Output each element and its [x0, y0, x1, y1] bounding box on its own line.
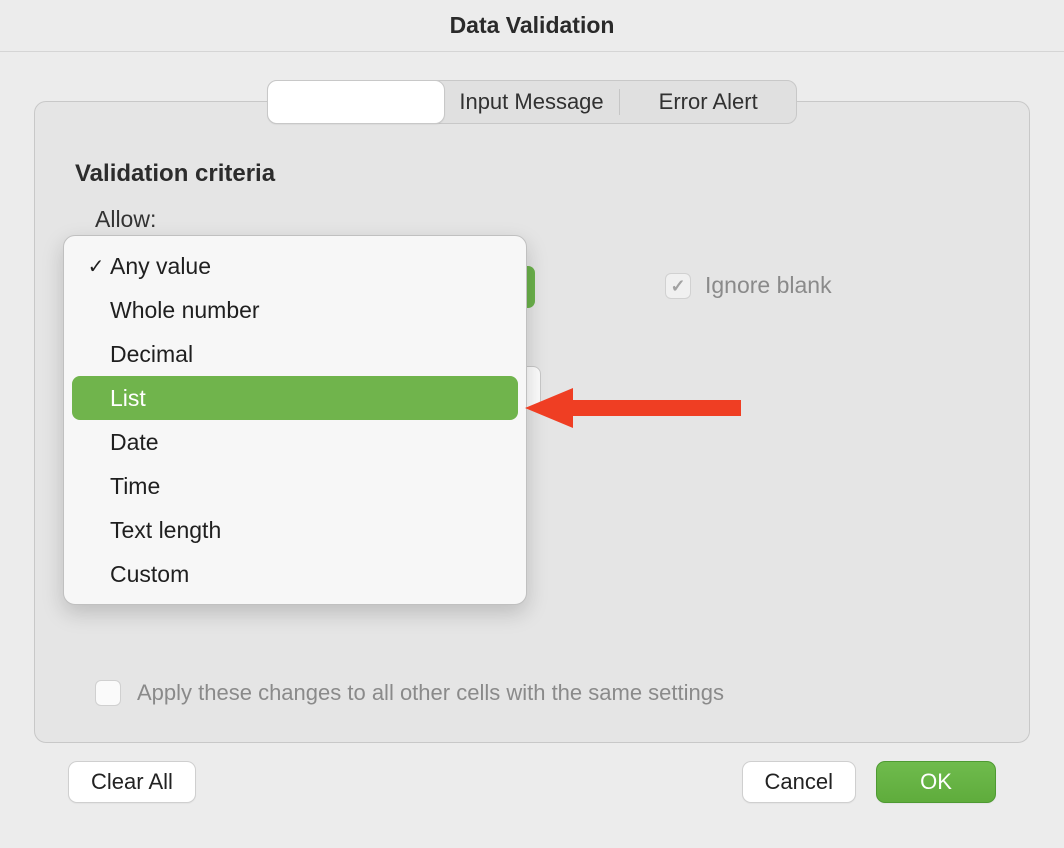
allow-option-time[interactable]: Time: [72, 464, 518, 508]
allow-dropdown-menu: ✓ Any value Whole number Decimal List Da…: [63, 235, 527, 605]
button-label: Cancel: [765, 769, 833, 795]
tab-label: Input Message: [459, 89, 603, 115]
allow-option-list[interactable]: List: [72, 376, 518, 420]
window-title: Data Validation: [450, 12, 615, 39]
button-label: OK: [920, 769, 952, 795]
allow-option-custom[interactable]: Custom: [72, 552, 518, 596]
section-heading-validation-criteria: Validation criteria: [75, 160, 989, 188]
ignore-blank-checkbox: ✓: [665, 273, 691, 299]
tab-label: Error Alert: [659, 89, 758, 115]
allow-option-date[interactable]: Date: [72, 420, 518, 464]
allow-option-text-length[interactable]: Text length: [72, 508, 518, 552]
option-label: Any value: [110, 253, 211, 280]
allow-option-whole-number[interactable]: Whole number: [72, 288, 518, 332]
allow-option-any-value[interactable]: ✓ Any value: [72, 244, 518, 288]
check-icon: ✓: [82, 254, 110, 279]
apply-changes-row: Apply these changes to all other cells w…: [95, 680, 724, 706]
apply-changes-checkbox: [95, 680, 121, 706]
content-panel: Validation criteria Allow: › ✓ Ignore bl…: [34, 101, 1030, 743]
tab-group: Input Message Error Alert: [267, 80, 797, 124]
option-label: Date: [110, 429, 159, 456]
apply-changes-label: Apply these changes to all other cells w…: [137, 680, 724, 706]
allow-label: Allow:: [95, 206, 989, 233]
option-label: Text length: [110, 517, 221, 544]
ok-button[interactable]: OK: [876, 761, 996, 803]
footer: Clear All Cancel OK: [34, 743, 1030, 803]
option-label: Decimal: [110, 341, 193, 368]
tab-settings[interactable]: [267, 80, 445, 124]
option-label: Custom: [110, 561, 189, 588]
option-label: List: [110, 385, 146, 412]
allow-option-decimal[interactable]: Decimal: [72, 332, 518, 376]
button-label: Clear All: [91, 769, 173, 795]
option-label: Whole number: [110, 297, 260, 324]
ignore-blank-label: Ignore blank: [705, 272, 832, 299]
titlebar: Data Validation: [0, 0, 1064, 52]
annotation-arrow-icon: [525, 388, 741, 428]
tab-input-message[interactable]: Input Message: [444, 81, 620, 123]
tab-error-alert[interactable]: Error Alert: [620, 81, 796, 123]
ignore-blank-row: ✓ Ignore blank: [665, 272, 832, 299]
check-icon: ✓: [670, 277, 685, 295]
main-area: Input Message Error Alert Validation cri…: [0, 80, 1064, 823]
option-label: Time: [110, 473, 160, 500]
cancel-button[interactable]: Cancel: [742, 761, 856, 803]
clear-all-button[interactable]: Clear All: [68, 761, 196, 803]
